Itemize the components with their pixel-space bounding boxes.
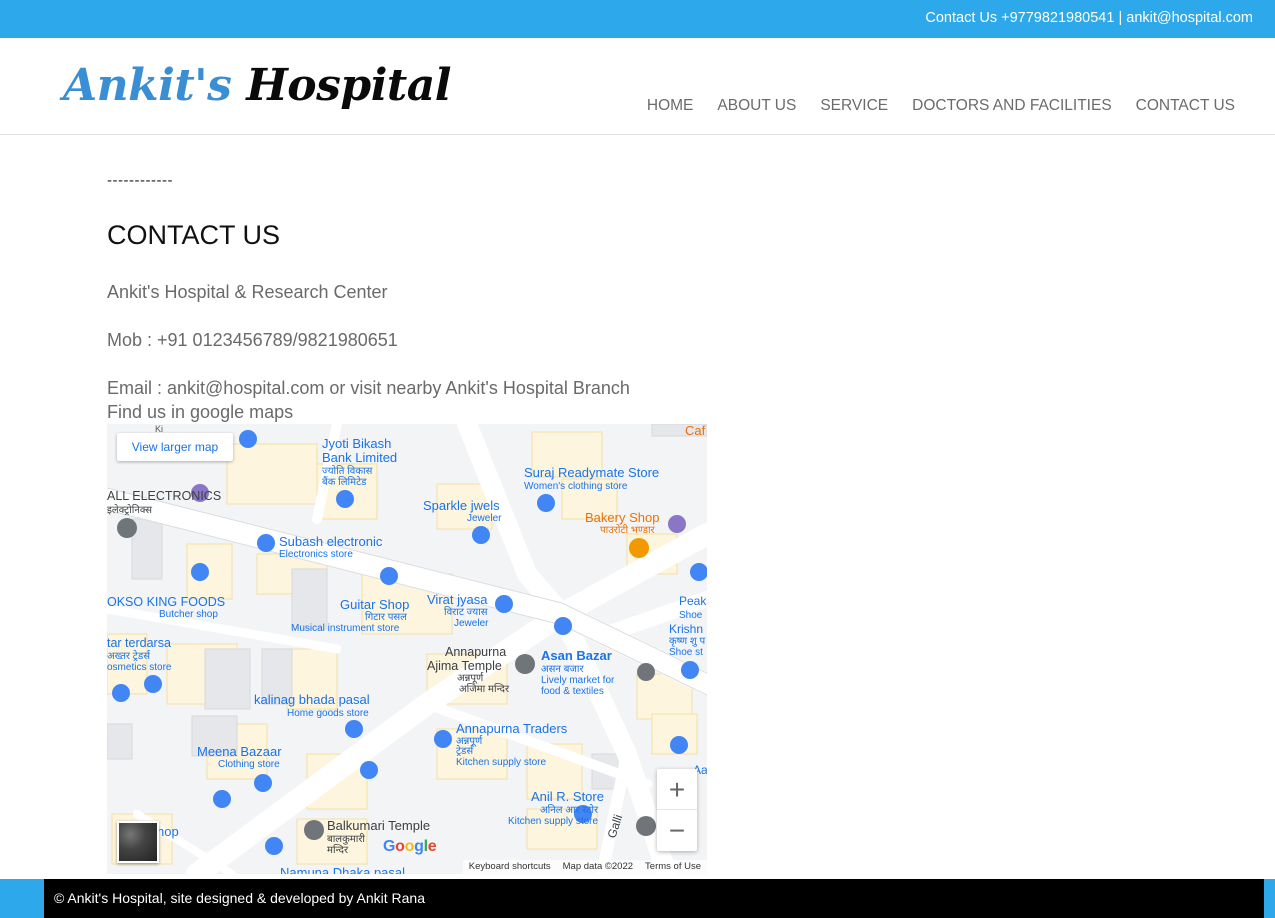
google-map-embed[interactable]: Ki Jyoti Bikash Bank Limited ज्योति विका… <box>107 424 707 874</box>
nav-about-us[interactable]: ABOUT US <box>717 97 796 115</box>
map-label: Krishn <box>669 622 703 636</box>
map-label: hop <box>157 824 179 839</box>
map-label: अजिमा मन्दिर <box>459 683 510 695</box>
site-logo[interactable]: Ankit's Hospital <box>63 60 451 111</box>
map-label: Clothing store <box>218 759 280 770</box>
map-label: kalinag bhada pasal <box>254 692 370 707</box>
map-label: ALL ELECTRONICS <box>107 489 221 503</box>
map-label: Peak <box>679 594 707 608</box>
logo-part-hospital: Hospital <box>246 60 451 111</box>
separator-dashes: ------------ <box>107 172 173 189</box>
map-label: मन्दिर <box>327 844 349 856</box>
map-label: बालकुमारी <box>327 833 365 845</box>
map-label: Annapurna <box>445 645 506 659</box>
map-label: Home goods store <box>287 708 369 719</box>
zoom-in-button[interactable]: + <box>657 769 697 810</box>
map-label: Virat jyasa <box>427 592 488 607</box>
logo-part-ankits: Ankit's <box>63 60 232 111</box>
nav-home[interactable]: HOME <box>647 97 694 115</box>
map-label: विराट ज्यास <box>444 606 488 618</box>
map-label: ज्योति विकास <box>322 465 373 477</box>
map-label: Electronics store <box>279 549 353 560</box>
map-label: Caf <box>685 424 706 438</box>
site-header: Ankit's Hospital HOME ABOUT US SERVICE D… <box>0 38 1275 135</box>
map-label: Anil R. Store <box>531 789 604 804</box>
map-label: Shoe st <box>669 647 703 658</box>
terms-of-use-link[interactable]: Terms of Use <box>645 860 701 874</box>
map-attribution-bar: Keyboard shortcuts Map data ©2022 Terms … <box>462 860 707 874</box>
map-label: बैंक लिमिटेड <box>322 476 367 488</box>
map-label: Guitar Shop <box>340 597 409 612</box>
email-text: Email : ankit@hospital.com or visit near… <box>107 378 630 398</box>
map-label: इलेक्ट्रोनिक्स <box>107 504 152 516</box>
map-label: Ajima Temple <box>427 659 502 673</box>
top-contact-bar: Contact Us +9779821980541 | ankit@hospit… <box>0 0 1275 38</box>
map-label: Annapurna Traders <box>456 721 568 736</box>
map-label: Jyoti Bikash <box>322 436 391 451</box>
hospital-name: Ankit's Hospital & Research Center <box>107 282 388 302</box>
map-label: Sparkle jwels <box>423 498 500 513</box>
map-label: Balkumari Temple <box>327 818 430 833</box>
main-nav: HOME ABOUT US SERVICE DOCTORS AND FACILI… <box>647 97 1235 115</box>
nav-doctors-facilities[interactable]: DOCTORS AND FACILITIES <box>912 97 1112 115</box>
satellite-toggle-thumbnail[interactable] <box>117 821 159 863</box>
map-data-text: Map data ©2022 <box>562 861 634 872</box>
mobile-number: Mob : +91 0123456789/9821980651 <box>107 330 398 350</box>
map-label: असन बजार <box>541 664 584 675</box>
map-label: Lively market for <box>541 675 615 686</box>
google-logo: Google <box>383 838 437 855</box>
footer-copyright: © Ankit's Hospital, site designed & deve… <box>54 890 425 906</box>
map-label: Asan Bazar <box>541 648 612 663</box>
map-canvas[interactable]: Ki Jyoti Bikash Bank Limited ज्योति विका… <box>107 424 707 874</box>
map-label: Namuna Dhaka pasal <box>280 865 405 874</box>
map-label: अनिल आर स्टोर <box>540 804 599 816</box>
map-label: Bakery Shop <box>585 510 659 525</box>
map-label: ट्रेडर्स <box>456 745 474 757</box>
map-label: पाउरोटी भण्डार <box>600 524 656 536</box>
map-label: Butcher shop <box>159 609 218 620</box>
find-us-text: Find us in google maps <box>107 402 294 422</box>
nav-service[interactable]: SERVICE <box>820 97 888 115</box>
map-label: गिटार पसल <box>365 611 407 623</box>
top-contact-text: Contact Us +9779821980541 | ankit@hospit… <box>925 10 1253 26</box>
zoom-out-button[interactable]: − <box>657 810 697 851</box>
map-label: OKSO KING FOODS <box>107 595 225 609</box>
map-label: Jeweler <box>467 513 502 524</box>
map-label: osmetics store <box>107 662 172 673</box>
map-label: Women's clothing store <box>524 481 628 492</box>
map-label: Musical instrument store <box>291 623 400 634</box>
map-label: अख्तर ट्रेडर्स <box>107 650 151 662</box>
map-label: Subash electronic <box>279 534 383 549</box>
map-label: Suraj Readymate Store <box>524 465 659 480</box>
map-label: tar terdarsa <box>107 636 171 650</box>
map-label: Jeweler <box>454 618 489 629</box>
map-label: Kitchen supply store <box>456 757 546 768</box>
map-label: food & textiles <box>541 686 604 697</box>
keyboard-shortcuts-link[interactable]: Keyboard shortcuts <box>469 860 551 874</box>
map-label: Shoe <box>679 610 703 621</box>
page-title: CONTACT US <box>107 220 281 250</box>
map-label: Meena Bazaar <box>197 744 282 759</box>
nav-contact-us[interactable]: CONTACT US <box>1136 97 1235 115</box>
view-larger-map-link[interactable]: View larger map <box>117 433 233 461</box>
map-label: अन्नपूर्ण <box>457 672 484 684</box>
map-label: Bank Limited <box>322 450 397 465</box>
map-label: कृष्ण शु प <box>669 636 705 647</box>
map-zoom-controls: + − <box>657 769 697 851</box>
site-footer: © Ankit's Hospital, site designed & deve… <box>44 879 1264 918</box>
map-label: Kitchen supply store <box>508 816 598 827</box>
